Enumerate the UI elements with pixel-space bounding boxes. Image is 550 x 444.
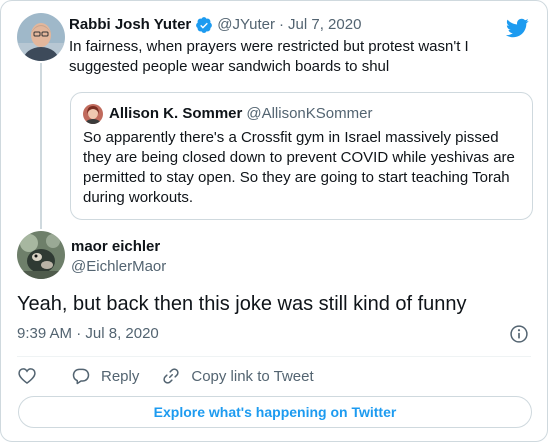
- tweet-actions: Reply Copy link to Tweet: [17, 365, 314, 387]
- thread-connector-line: [40, 63, 42, 229]
- embedded-tweet-card: Rabbi Josh Yuter @JYuter · Jul 7, 2020 I…: [0, 0, 548, 442]
- info-icon[interactable]: [509, 324, 529, 344]
- twitter-bird-icon[interactable]: [505, 16, 529, 40]
- quoted-author-name: Allison K. Sommer: [109, 105, 243, 122]
- like-button[interactable]: [17, 366, 37, 386]
- parent-author-avatar[interactable]: [17, 13, 65, 61]
- main-author-handle[interactable]: @EichlerMaor: [71, 257, 166, 277]
- link-icon: [163, 368, 180, 384]
- parent-tweet-header: Rabbi Josh Yuter @JYuter · Jul 7, 2020: [69, 15, 361, 35]
- reply-label: Reply: [101, 367, 140, 385]
- quoted-author-handle: @AllisonKSommer: [246, 105, 373, 122]
- verified-badge-icon: [195, 16, 213, 34]
- divider: [17, 356, 531, 357]
- parent-tweet-date[interactable]: Jul 7, 2020: [288, 15, 361, 35]
- tweet-date[interactable]: Jul 8, 2020: [85, 325, 158, 342]
- reply-button[interactable]: Reply: [71, 366, 139, 386]
- timestamp-separator: ·: [76, 325, 82, 342]
- reply-icon: [72, 368, 90, 385]
- explore-twitter-button[interactable]: Explore what's happening on Twitter: [18, 396, 532, 428]
- main-tweet-text: Yeah, but back then this joke was still …: [17, 293, 467, 315]
- header-separator: ·: [279, 16, 285, 33]
- quoted-tweet-text: So apparently there's a Crossfit gym in …: [83, 129, 515, 206]
- parent-tweet-text: In fairness, when prayers were restricte…: [69, 38, 469, 75]
- quoted-tweet[interactable]: Allison K. Sommer @AllisonKSommer So app…: [70, 92, 533, 220]
- heart-icon: [18, 368, 36, 385]
- quoted-tweet-header: Allison K. Sommer @AllisonKSommer: [83, 104, 372, 124]
- quoted-author-avatar: [83, 104, 103, 124]
- main-tweet-timestamp[interactable]: 9:39 AM · Jul 8, 2020: [17, 324, 159, 344]
- parent-author-name[interactable]: Rabbi Josh Yuter: [69, 15, 191, 35]
- copy-link-label: Copy link to Tweet: [191, 367, 314, 385]
- parent-author-handle[interactable]: @JYuter: [217, 15, 275, 35]
- tweet-time[interactable]: 9:39 AM: [17, 325, 72, 342]
- main-author-avatar[interactable]: [17, 231, 65, 279]
- copy-link-button[interactable]: Copy link to Tweet: [161, 366, 314, 386]
- main-author-name[interactable]: maor eichler: [71, 237, 160, 257]
